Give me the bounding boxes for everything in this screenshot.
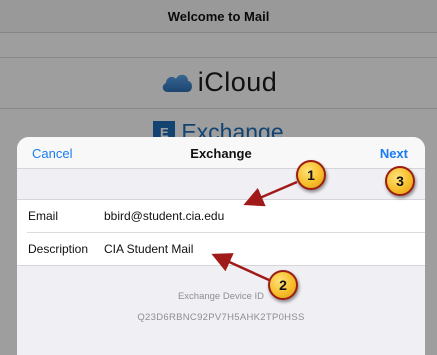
email-row: Email <box>17 200 425 233</box>
exchange-sheet: Cancel Exchange Next Email Description E… <box>17 137 425 355</box>
callout-badge-2: 2 <box>268 270 298 300</box>
device-id-label: Exchange Device ID <box>177 291 265 302</box>
description-field[interactable] <box>104 239 404 259</box>
sheet-title: Exchange <box>190 146 252 161</box>
callout-badge-3: 3 <box>385 166 415 196</box>
cancel-button[interactable]: Cancel <box>32 146 72 161</box>
device-id-value: Q23D6RBNC92PV7H5AHK2TP0HSS <box>137 312 305 323</box>
account-form: Email Description <box>17 199 425 266</box>
email-field[interactable] <box>104 206 404 226</box>
callout-badge-1: 1 <box>296 160 326 190</box>
email-label: Email <box>28 209 59 223</box>
description-row: Description <box>17 233 425 266</box>
description-label: Description <box>28 242 89 256</box>
next-button[interactable]: Next <box>380 146 408 161</box>
sheet-nav-bar: Cancel Exchange Next <box>17 137 425 169</box>
